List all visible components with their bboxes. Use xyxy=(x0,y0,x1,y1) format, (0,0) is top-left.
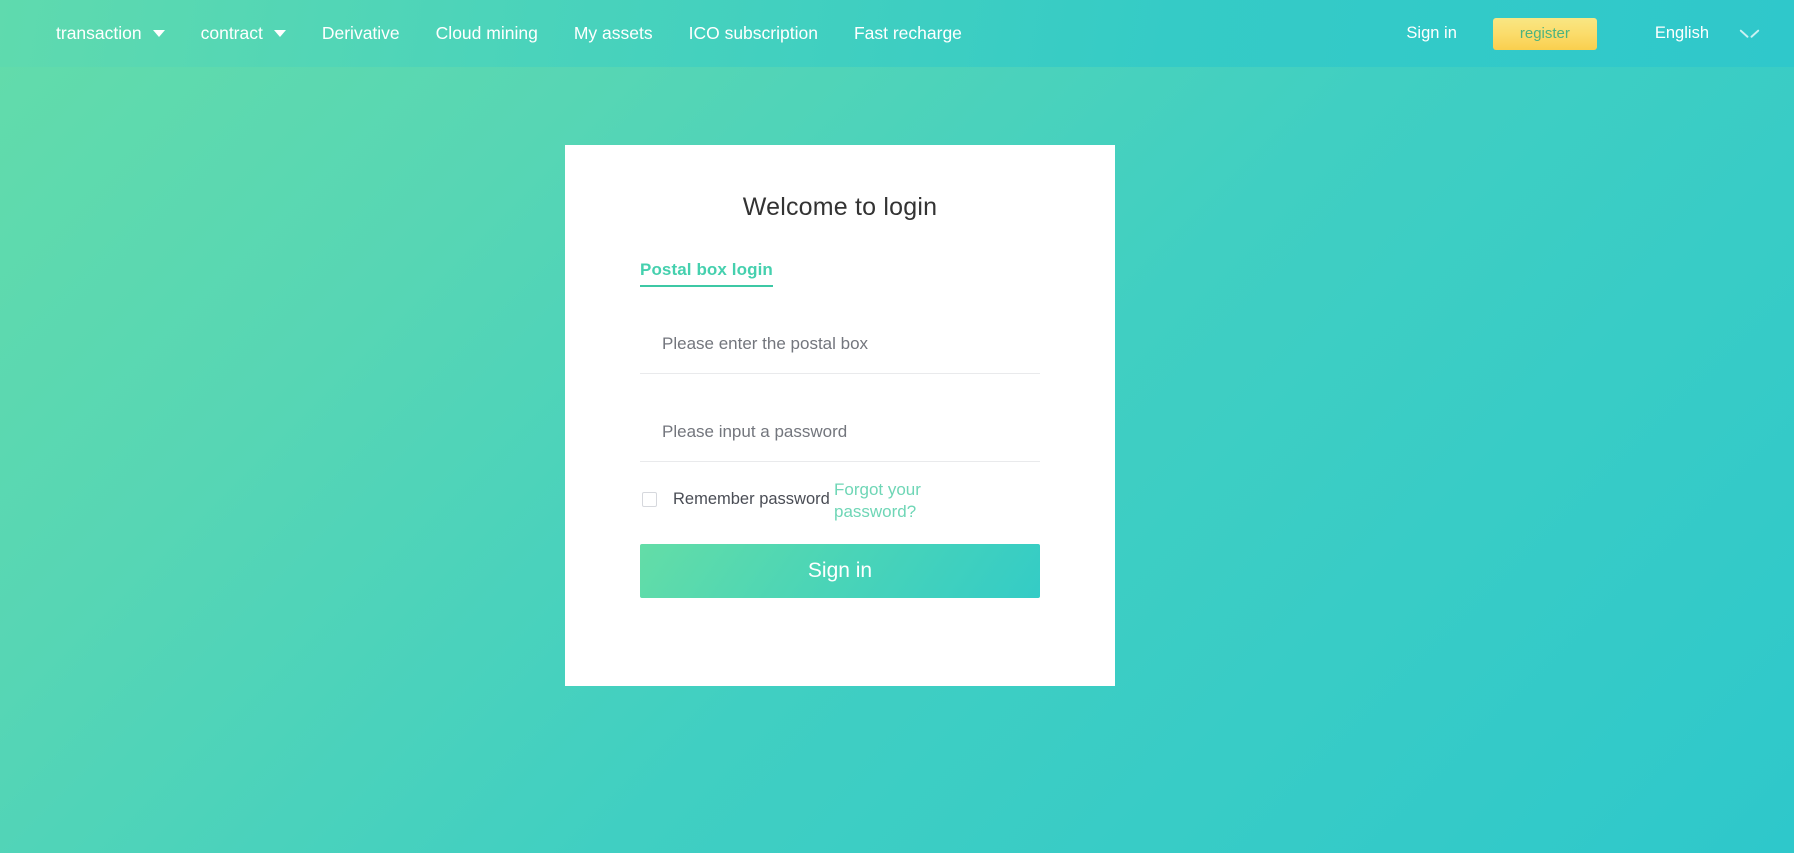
nav-item-derivative[interactable]: Derivative xyxy=(321,22,400,43)
remember-password-group[interactable]: Remember password xyxy=(642,490,830,509)
login-card: Welcome to login Postal box login Rememb… xyxy=(565,145,1115,686)
nav-item-transaction[interactable]: transaction xyxy=(56,22,165,43)
nav-item-my-assets[interactable]: My assets xyxy=(573,22,653,43)
caret-down-icon[interactable] xyxy=(152,30,165,37)
nav-item-ico-subscription[interactable]: ICO subscription xyxy=(688,22,818,43)
nav-item-label: transaction xyxy=(56,22,142,43)
login-method-tabs: Postal box login xyxy=(565,260,1115,287)
primary-nav-menu: transaction contract Derivative Cloud mi… xyxy=(56,22,962,43)
language-label: English xyxy=(1654,24,1709,42)
remember-and-forgot-row: Remember password Forgot your password? xyxy=(640,476,1040,534)
sign-in-link[interactable]: Sign in xyxy=(1406,24,1456,43)
nav-item-label: contract xyxy=(200,22,263,43)
forgot-password-link[interactable]: Forgot your password? xyxy=(834,479,944,522)
nav-item-label: My assets xyxy=(573,22,653,43)
nav-item-label: Fast recharge xyxy=(853,22,962,43)
nav-item-contract[interactable]: contract xyxy=(200,22,286,43)
remember-password-checkbox[interactable] xyxy=(642,492,657,507)
nav-item-label: ICO subscription xyxy=(688,22,818,43)
register-button[interactable]: register xyxy=(1492,17,1597,50)
top-navigation-bar: transaction contract Derivative Cloud mi… xyxy=(0,0,1794,67)
caret-down-icon[interactable] xyxy=(273,30,286,37)
nav-item-fast-recharge[interactable]: Fast recharge xyxy=(853,22,962,43)
page-title: Welcome to login xyxy=(742,193,938,221)
sign-in-submit-button[interactable]: Sign in xyxy=(640,544,1040,598)
password-field-row xyxy=(640,403,1040,462)
email-field-row xyxy=(640,315,1040,374)
remember-password-label: Remember password xyxy=(673,490,830,508)
postal-box-input[interactable] xyxy=(640,334,1040,354)
password-input[interactable] xyxy=(640,422,1040,442)
language-selector[interactable]: English xyxy=(1655,24,1758,43)
nav-item-cloud-mining[interactable]: Cloud mining xyxy=(435,22,538,43)
tab-postal-box-login[interactable]: Postal box login xyxy=(640,260,773,287)
nav-account-actions: Sign in register English xyxy=(1406,0,1758,67)
nav-item-label: Derivative xyxy=(321,22,400,43)
chevron-down-icon[interactable] xyxy=(1741,29,1758,39)
nav-item-label: Cloud mining xyxy=(435,22,538,43)
